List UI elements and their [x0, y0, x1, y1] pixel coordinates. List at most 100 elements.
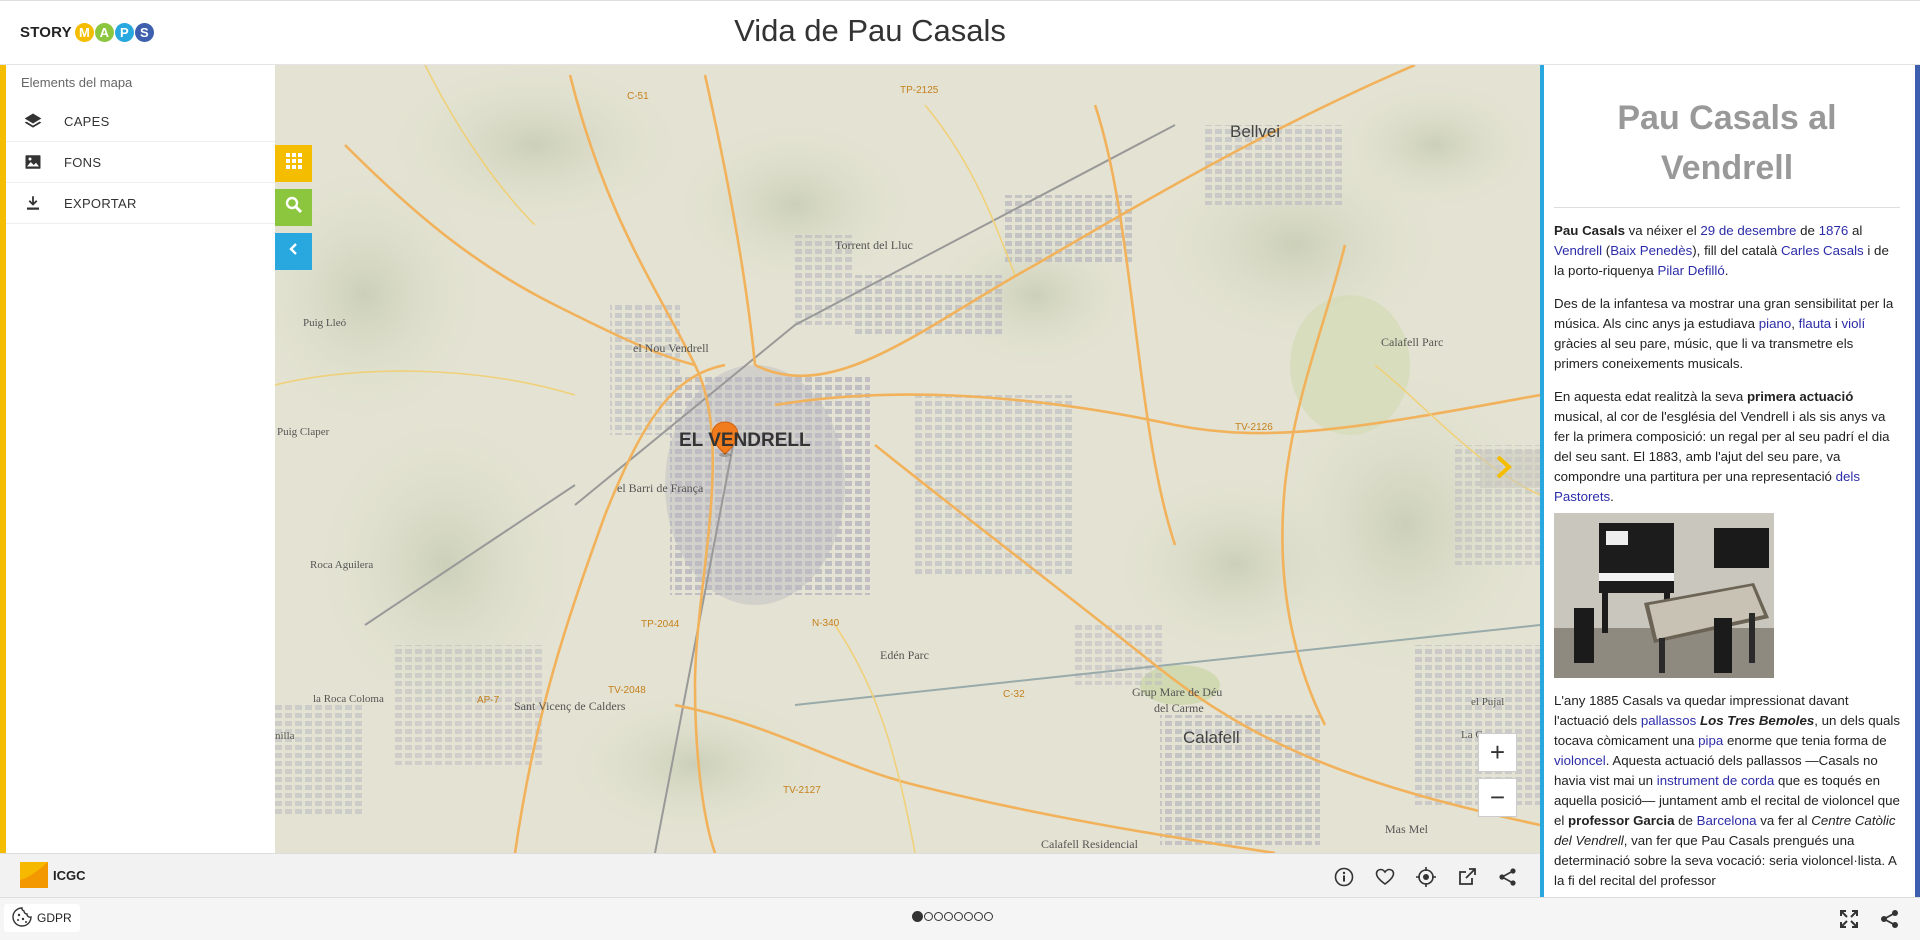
road-label: C-32: [1003, 689, 1025, 700]
place-label: Calafell Residencial: [1041, 837, 1138, 851]
locate-icon[interactable]: [1415, 866, 1437, 888]
place-label: el Nou Vendrell: [633, 341, 709, 355]
map-view[interactable]: Bellvei Torrent del Lluc Puig Lleó el No…: [275, 65, 1540, 853]
map-elements-sidebar: Elements del mapa CAPES FONS EXPORTAR: [0, 65, 275, 853]
layers-icon: [22, 110, 44, 132]
paragraph-first-performance: En aquesta edat realitzà la seva primera…: [1554, 387, 1900, 507]
panel-content: Pau Casals al Vendrell Pau Casals va néi…: [1554, 65, 1900, 897]
link-pipa[interactable]: pipa: [1698, 733, 1723, 748]
icgc-logo-mark: [20, 862, 48, 888]
chevron-left-icon: [287, 242, 301, 261]
section-dot[interactable]: [924, 912, 933, 921]
download-icon: [22, 192, 44, 214]
text: i: [1831, 316, 1842, 331]
text: va néixer el: [1624, 223, 1701, 238]
place-label: Bellvei: [1230, 122, 1281, 141]
sidebar-item-exportar[interactable]: EXPORTAR: [6, 183, 275, 224]
icgc-logo-text: ICGC: [53, 867, 86, 883]
cookie-icon: [11, 906, 33, 931]
place-label: Calafell: [1183, 728, 1240, 747]
chevron-right-icon: [1495, 454, 1513, 485]
sidebar-item-capes[interactable]: CAPES: [6, 101, 275, 142]
text: al: [1848, 223, 1863, 238]
section-dot[interactable]: [984, 912, 993, 921]
place-label: Calafell Parc: [1381, 335, 1444, 349]
external-link-icon[interactable]: [1456, 866, 1478, 888]
zoom-out-button[interactable]: −: [1478, 778, 1517, 817]
place-label: nilla: [275, 730, 295, 742]
search-icon: [285, 196, 303, 219]
share-icon[interactable]: [1879, 908, 1901, 930]
gdpr-button[interactable]: GDPR: [4, 904, 80, 932]
text: enorme que tenia forma de: [1723, 733, 1887, 748]
text: ), fill del català: [1692, 243, 1781, 258]
road-label: TV-2126: [1235, 422, 1273, 433]
sidebar-item-label: EXPORTAR: [64, 195, 137, 211]
text: de: [1796, 223, 1819, 238]
text: de: [1674, 813, 1697, 828]
link-year[interactable]: 1876: [1819, 223, 1849, 238]
bottom-bar: GDPR: [0, 897, 1920, 940]
section-dot[interactable]: [934, 912, 943, 921]
link-barcelona[interactable]: Barcelona: [1697, 813, 1757, 828]
text: .: [1610, 489, 1614, 504]
collapse-sidebar-button[interactable]: [275, 233, 312, 270]
link-violi[interactable]: violí: [1842, 316, 1866, 331]
app-header: STORY M A P S Vida de Pau Casals: [0, 0, 1920, 65]
sidebar-title: Elements del mapa: [21, 75, 133, 90]
place-label: Puig Claper: [277, 426, 330, 438]
icgc-logo[interactable]: ICGC: [20, 862, 86, 888]
link-pallassos[interactable]: pallassos: [1641, 713, 1696, 728]
paragraph-vocation: L'any 1885 Casals va quedar impressionat…: [1554, 691, 1900, 891]
text: va fer al: [1756, 813, 1812, 828]
heart-icon[interactable]: [1374, 866, 1396, 888]
text: ,: [1791, 316, 1799, 331]
place-label: la Roca Coloma: [313, 693, 384, 705]
link-date[interactable]: 29 de desembre: [1700, 223, 1796, 238]
link-violoncel[interactable]: violoncel: [1554, 753, 1606, 768]
link-piano[interactable]: piano: [1759, 316, 1792, 331]
share-icon[interactable]: [1497, 866, 1519, 888]
link-instrument-corda[interactable]: instrument de corda: [1657, 773, 1775, 788]
section-dot[interactable]: [944, 912, 953, 921]
text: (: [1602, 243, 1611, 258]
place-label: Edén Parc: [880, 648, 929, 662]
section-dot[interactable]: [964, 912, 973, 921]
paragraph-childhood: Des de la infantesa va mostrar una gran …: [1554, 294, 1900, 374]
link-flauta[interactable]: flauta: [1799, 316, 1832, 331]
road-label: TP-2044: [641, 619, 680, 630]
bold-name: Pau Casals: [1554, 223, 1625, 238]
map-footer: ICGC: [0, 853, 1540, 898]
road-label: TV-2127: [783, 785, 821, 796]
place-label: Sant Vicenç de Calders: [514, 699, 626, 713]
section-dot[interactable]: [974, 912, 983, 921]
section-dot[interactable]: [912, 911, 923, 922]
info-icon[interactable]: [1333, 866, 1355, 888]
search-button[interactable]: [275, 189, 312, 226]
place-label-el-vendrell: EL VENDRELL: [679, 430, 811, 451]
link-carles-casals[interactable]: Carles Casals: [1781, 243, 1864, 258]
map-base-layer: [275, 65, 1540, 853]
gdpr-label: GDPR: [37, 911, 72, 925]
bold-text: professor Garcia: [1568, 813, 1675, 828]
road-label: N-340: [812, 618, 840, 629]
place-label: Torrent del Lluc: [835, 238, 913, 252]
grid-button[interactable]: [275, 145, 312, 182]
zoom-in-button[interactable]: +: [1478, 733, 1517, 772]
sidebar-item-fons[interactable]: FONS: [6, 142, 275, 183]
text: gràcies al seu pare, músic, que li va tr…: [1554, 336, 1854, 371]
link-baix-penedes[interactable]: Baix Penedès: [1610, 243, 1692, 258]
story-panel[interactable]: Pau Casals al Vendrell Pau Casals va néi…: [1540, 65, 1920, 897]
link-pilar-defillo[interactable]: Pilar Defilló: [1657, 263, 1724, 278]
road-label: TV-2048: [608, 685, 646, 696]
place-label: Roca Aguilera: [310, 559, 374, 571]
section-dot[interactable]: [954, 912, 963, 921]
fullscreen-icon[interactable]: [1838, 908, 1860, 930]
panel-title: Pau Casals al Vendrell: [1554, 93, 1900, 208]
link-vendrell[interactable]: Vendrell: [1554, 243, 1602, 258]
text: .: [1724, 263, 1729, 278]
grid-icon: [285, 152, 303, 175]
piano-room-photo: [1554, 513, 1774, 678]
place-label: del Carme: [1154, 701, 1204, 715]
next-section-button[interactable]: [1480, 450, 1540, 488]
